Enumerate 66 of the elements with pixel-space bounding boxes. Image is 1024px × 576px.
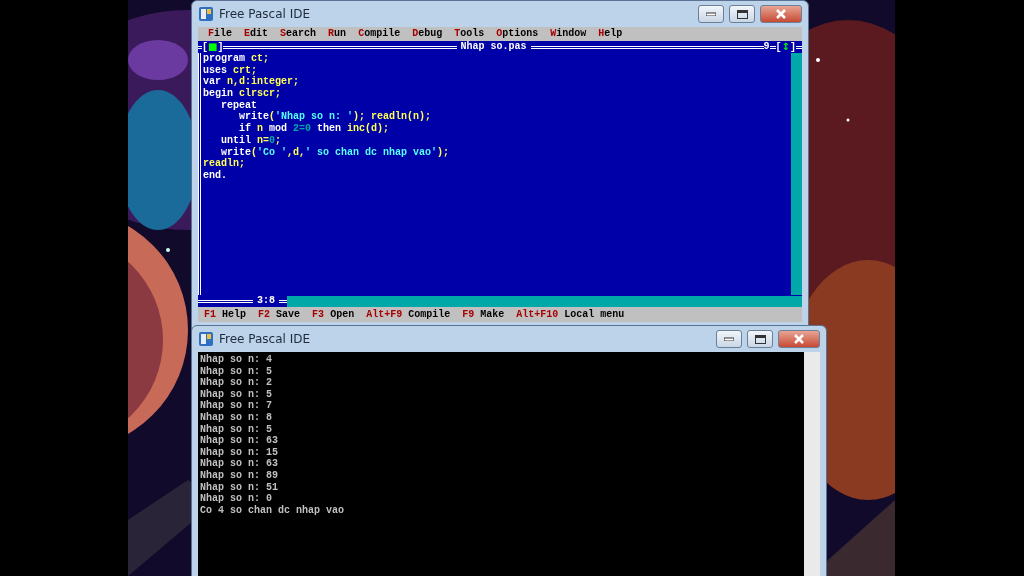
minimize-icon	[724, 337, 734, 341]
menu-item[interactable]: Help	[598, 28, 623, 40]
code-line: begin clrscr;	[203, 88, 283, 100]
horizontal-scrollbar[interactable]	[287, 295, 791, 307]
status-item[interactable]: Alt+F9 Compile	[366, 308, 451, 321]
console-line: Nhap so n: 2	[200, 377, 273, 389]
zoom-box[interactable]: [↕]	[775, 40, 796, 54]
code-line: write('Co ',d,' so chan dc nhap vao');	[220, 146, 451, 158]
code-line: var n,d:integer;	[203, 76, 301, 88]
menu-item[interactable]: File	[208, 28, 233, 40]
app-icon	[198, 331, 214, 347]
console-line: Nhap so n: 5	[200, 423, 273, 435]
app-icon	[198, 6, 214, 22]
cursor-position: 3:8	[256, 295, 276, 307]
vertical-scrollbar[interactable]	[791, 53, 802, 295]
close-button[interactable]	[778, 330, 820, 348]
console-line: Nhap so n: 0	[200, 493, 273, 505]
console-line: Nhap so n: 7	[200, 400, 273, 412]
status-item[interactable]: F2 Save	[258, 308, 301, 321]
console-line: Nhap so n: 5	[200, 365, 273, 377]
code-line: write('Nhap so n: '); readln(n);	[238, 111, 433, 123]
console-line: Nhap so n: 89	[200, 469, 279, 482]
close-button[interactable]	[760, 5, 802, 23]
close-icon	[776, 9, 786, 19]
menu-item[interactable]: Search	[280, 28, 317, 40]
menu-item[interactable]: Tools	[454, 28, 485, 40]
minimize-icon	[706, 12, 716, 16]
code-line: uses crt;	[203, 64, 259, 76]
menu-item[interactable]: Run	[328, 28, 347, 40]
console-line: Nhap so n: 5	[200, 388, 273, 400]
code-line: until n=0;	[220, 134, 283, 147]
code-line: readln;	[203, 158, 246, 170]
close-icon	[794, 334, 804, 344]
maximize-icon	[736, 9, 748, 19]
close-box[interactable]: [■]	[202, 40, 224, 54]
maximize-button[interactable]	[747, 330, 773, 348]
console-line: Nhap so n: 4	[200, 354, 273, 366]
console-line: Nhap so n: 63	[200, 435, 279, 447]
resize-corner[interactable]	[791, 295, 802, 307]
menu-item[interactable]: Compile	[358, 28, 401, 40]
console-line: Nhap so n: 51	[200, 481, 279, 493]
console-line: Nhap so n: 15	[200, 446, 279, 458]
status-item[interactable]: F1 Help	[204, 308, 247, 321]
maximize-button[interactable]	[729, 5, 755, 23]
code-line: repeat	[220, 99, 258, 111]
console-line: Co 4 so chan dc nhap vao	[200, 504, 346, 517]
menu-item[interactable]: Debug	[412, 28, 443, 40]
status-item[interactable]: F9 Make	[462, 308, 505, 321]
status-item[interactable]: Alt+F10 Local menu	[516, 308, 625, 321]
minimize-button[interactable]	[698, 5, 724, 23]
status-item[interactable]: F3 Open	[312, 308, 355, 321]
code-line: if n mod 2=0 then inc(d);	[238, 123, 391, 135]
code-line: program ct;	[203, 53, 271, 65]
maximize-icon	[754, 334, 766, 344]
window-title: Free Pascal IDE	[219, 332, 311, 346]
vertical-scrollbar[interactable]	[804, 352, 820, 576]
editor-title: Nhap so.pas	[459, 41, 528, 53]
window-title: Free Pascal IDE	[219, 7, 311, 21]
code-line: end.	[203, 169, 228, 182]
minimize-button[interactable]	[716, 330, 742, 348]
menu-item[interactable]: Window	[550, 28, 587, 40]
console-line: Nhap so n: 63	[200, 458, 279, 470]
window-number: 9	[763, 41, 770, 53]
console-line: Nhap so n: 8	[200, 411, 273, 424]
menu-item[interactable]: Edit	[244, 28, 269, 40]
menu-item[interactable]: Options	[496, 28, 539, 40]
